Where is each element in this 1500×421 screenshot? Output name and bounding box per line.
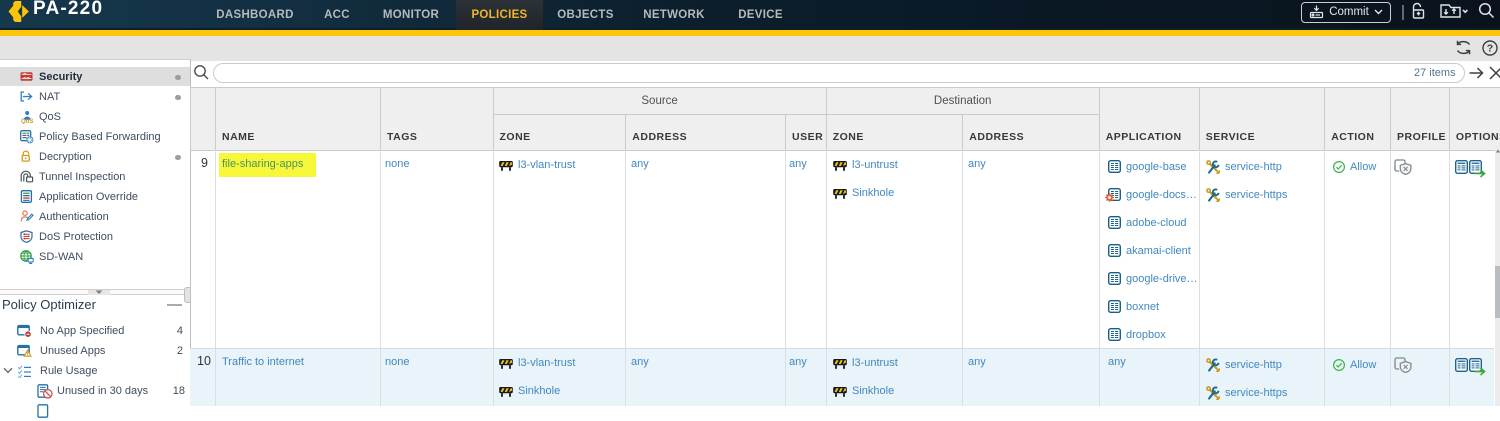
svg-text:QoS: QoS [21, 119, 33, 124]
svg-text:?: ? [1487, 43, 1493, 55]
